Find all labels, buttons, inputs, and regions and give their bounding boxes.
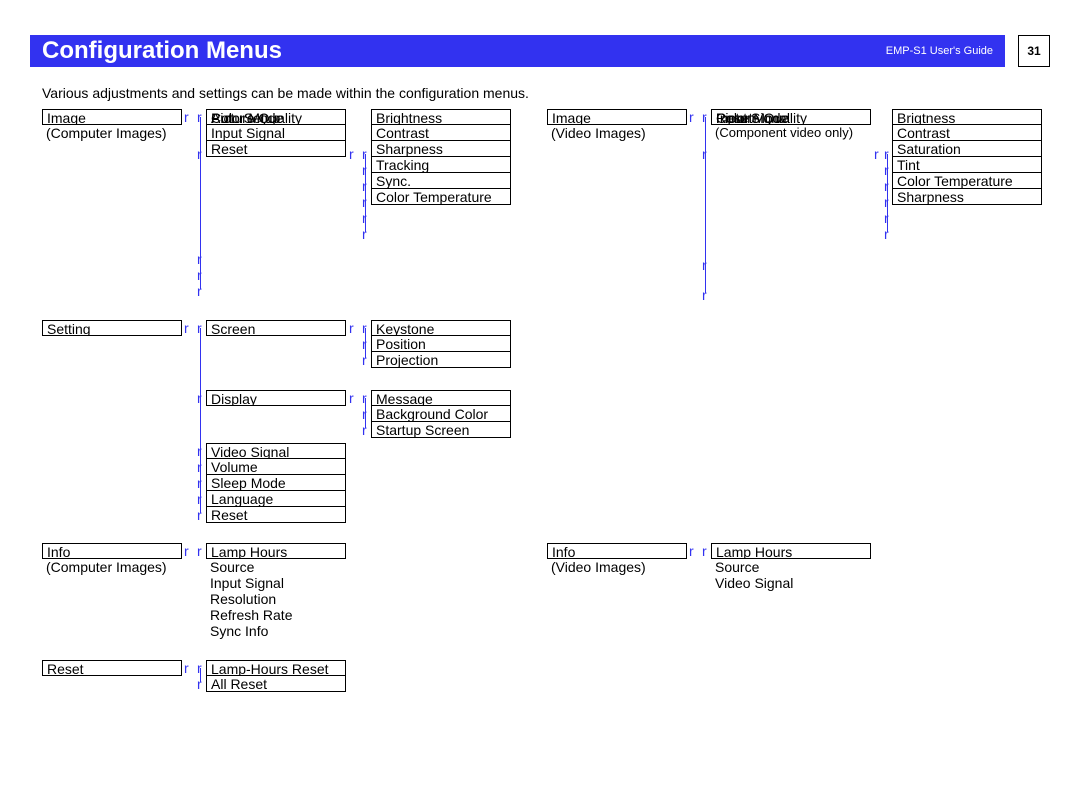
item-saturation-r: Saturation [892, 141, 1042, 157]
item-video-signal-r: Video Signal [711, 575, 871, 591]
item-input-signal: Input Signal [206, 125, 346, 141]
item-lamp-hours: Lamp Hours [206, 543, 346, 559]
item-sync: Sync. [371, 173, 511, 189]
menu-info-video: Info [547, 543, 687, 559]
header-bar: Configuration Menus EMP-S1 User's Guide [30, 35, 1005, 67]
item-display: Display [206, 390, 346, 406]
item-volume: Volume [206, 459, 346, 475]
menu-image-sub: (Computer Images) [42, 125, 182, 141]
item-tracking: Tracking [371, 157, 511, 173]
intro-text: Various adjustments and settings can be … [42, 85, 1050, 101]
menu-info-sub: (Computer Images) [42, 559, 182, 575]
menu-info-video-sub: (Video Images) [547, 559, 687, 575]
item-position: Position [371, 336, 511, 352]
page-title: Configuration Menus [42, 37, 282, 65]
item-tint-r: Tint [892, 157, 1042, 173]
item-video-signal: Video Signal [206, 443, 346, 459]
item-all-reset: All Reset [206, 676, 346, 692]
page-number: 31 [1018, 35, 1050, 67]
item-lamp-reset: Lamp-Hours Reset [206, 660, 346, 676]
item-contrast: Contrast [371, 125, 511, 141]
item-projection: Projection [371, 352, 511, 368]
item-resolution: Resolution [206, 591, 346, 607]
item-auto-setup: Auto Setup [206, 109, 346, 125]
item-language: Language [206, 491, 346, 507]
item-keystone: Keystone [371, 320, 511, 336]
item-screen: Screen [206, 320, 346, 336]
item-source: Source [206, 559, 346, 575]
menu-setting: Setting [42, 320, 182, 336]
item-reset-r: Reset [711, 109, 871, 125]
item-brightness: Brightness [371, 109, 511, 125]
item-source-r: Source [711, 559, 871, 575]
item-sleep-mode: Sleep Mode [206, 475, 346, 491]
item-lamp-hours-r: Lamp Hours [711, 543, 871, 559]
item-contrast-r: Contrast [892, 125, 1042, 141]
menu-image-video-sub: (Video Images) [547, 125, 687, 141]
item-reset: Reset [206, 141, 346, 157]
item-color-temp-r: Color Temperature [892, 173, 1042, 189]
menu-image: Image [42, 109, 182, 125]
item-color-temp: Color Temperature [371, 189, 511, 205]
header: 31 Configuration Menus EMP-S1 User's Gui… [30, 35, 1050, 67]
item-bg-color: Background Color [371, 406, 511, 422]
menu-info: Info [42, 543, 182, 559]
item-input-signal: Input Signal [206, 575, 346, 591]
menu-image-video: Image [547, 109, 687, 125]
item-message: Message [371, 390, 511, 406]
item-sharpness: Sharpness [371, 141, 511, 157]
item-sharpness-r: Sharpness [892, 189, 1042, 205]
item-sync-info: Sync Info [206, 623, 346, 639]
item-brightness-r: Brigtness [892, 109, 1042, 125]
item-input-signal-r-sub: (Component video only) [711, 125, 871, 141]
menu-reset: Reset [42, 660, 182, 676]
item-startup: Startup Screen [371, 422, 511, 438]
item-reset: Reset [206, 507, 346, 523]
item-refresh: Refresh Rate [206, 607, 346, 623]
guide-label: EMP-S1 User's Guide [886, 45, 993, 57]
